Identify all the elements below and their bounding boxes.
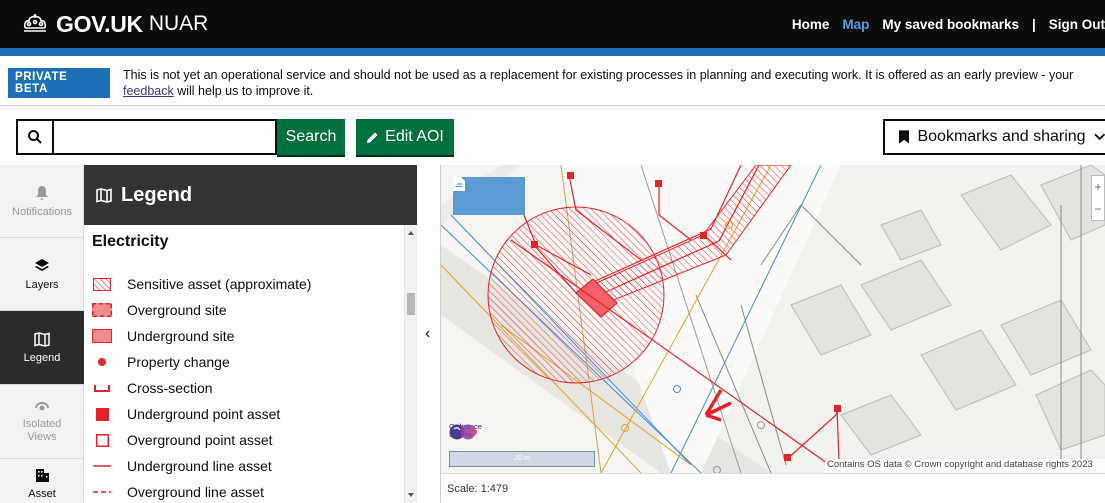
- search-icon[interactable]: [18, 121, 54, 153]
- pencil-icon: [367, 132, 378, 143]
- chevron-left-icon: ‹: [425, 325, 431, 342]
- beta-text-end: will help us to improve it.: [173, 84, 314, 98]
- scroll-up-arrow-icon[interactable]: [408, 231, 414, 235]
- brand-text: GOV.UK: [56, 10, 143, 37]
- legend-scrollbar[interactable]: [404, 225, 417, 503]
- scroll-down-arrow-icon[interactable]: [408, 493, 414, 497]
- search-button[interactable]: Search: [277, 119, 345, 155]
- ordnance-survey-logo-icon: [449, 424, 477, 440]
- legend-label: Underground point asset: [127, 406, 281, 422]
- header: GOV.UK NUAR Home Map My saved bookmarks …: [0, 0, 1105, 48]
- nav-separator: |: [1031, 16, 1036, 32]
- underground-site-swatch-icon: [92, 329, 112, 343]
- bookmark-icon: [899, 130, 910, 144]
- legend-label: Property change: [127, 354, 230, 370]
- map-canvas[interactable]: + − Ordnance Survey 20 m Contains OS dat…: [441, 165, 1105, 473]
- legend-label: Overground point asset: [127, 432, 273, 448]
- map-drawing: [441, 165, 1105, 473]
- map-icon: [96, 187, 112, 203]
- sidebar-item-isolated-views[interactable]: Isolated Views: [0, 385, 84, 459]
- beta-text: This is not yet an operational service a…: [123, 67, 1098, 99]
- sidebar-item-legend[interactable]: Legend: [0, 311, 84, 385]
- chevron-down-icon: [1093, 133, 1105, 141]
- sidebar-label-legend: Legend: [23, 351, 61, 364]
- legend-item-underground-site: Underground site: [92, 325, 234, 347]
- scale-bar: 20 m: [449, 451, 595, 467]
- overground-site-swatch-icon: [92, 303, 112, 317]
- beta-banner: PRIVATE BETA This is not yet an operatio…: [0, 56, 1105, 106]
- legend-body: Electricity Sensitive asset (approximate…: [84, 225, 404, 503]
- crown-icon: [23, 14, 47, 32]
- legend-label: Underground line asset: [127, 458, 272, 474]
- feedback-link[interactable]: feedback: [123, 84, 174, 98]
- overground-point-icon: [95, 433, 109, 447]
- legend-label: Cross-section: [127, 380, 213, 396]
- legend-item-underground-line: Underground line asset: [92, 455, 272, 477]
- bell-icon: [36, 185, 48, 200]
- legend-section-title: Electricity: [92, 233, 169, 250]
- legend-item-underground-point: Underground point asset: [92, 403, 280, 425]
- legend-title: Legend: [121, 183, 193, 206]
- legend-label: Overground site: [127, 302, 227, 318]
- isolated-views-icon: [35, 401, 49, 410]
- sidebar-item-notifications[interactable]: Notifications: [0, 165, 84, 238]
- map-copyright: Contains OS data © Crown copyright and d…: [825, 459, 1105, 473]
- nav-home[interactable]: Home: [792, 17, 830, 32]
- search-box: [16, 119, 277, 155]
- zoom-controls[interactable]: + −: [1091, 175, 1105, 221]
- layers-icon: [35, 258, 49, 271]
- chevron-right-icon: [453, 177, 459, 187]
- edit-aoi-button[interactable]: Edit AOI: [356, 119, 454, 155]
- service-name: NUAR: [148, 12, 209, 35]
- sidebar-label-notifications: Notifications: [12, 205, 72, 218]
- legend-label: Underground site: [127, 328, 235, 344]
- sensitive-asset-swatch-icon: [93, 277, 111, 291]
- govuk-logo[interactable]: GOV.UK NUAR: [20, 9, 208, 39]
- legend-item-overground-site: Overground site: [92, 299, 227, 321]
- legend-header: Legend: [84, 165, 417, 225]
- bookmarks-label: Bookmarks and sharing: [917, 128, 1086, 145]
- underground-point-icon: [95, 407, 109, 421]
- nav-sign-out[interactable]: Sign Out: [1049, 17, 1105, 32]
- map-scale-status: Scale: 1:479: [441, 473, 1105, 503]
- bookmarks-sharing-button[interactable]: Bookmarks and sharing: [883, 119, 1105, 155]
- sidebar-label-layers: Layers: [25, 278, 59, 291]
- sidebar-item-layers[interactable]: Layers: [0, 238, 84, 311]
- nav-map[interactable]: Map: [842, 17, 869, 32]
- sidebar-label-asset: Asset: [28, 488, 56, 500]
- property-change-dot-icon: [98, 358, 106, 366]
- legend-item-property-change: Property change: [92, 351, 230, 373]
- legend-item-overground-point: Overground point asset: [92, 429, 273, 451]
- sidebar-item-asset[interactable]: Asset: [0, 459, 84, 503]
- zoom-out-button[interactable]: −: [1092, 198, 1104, 220]
- map-layer-toggle-button[interactable]: [453, 177, 525, 215]
- app: GOV.UK NUAR Home Map My saved bookmarks …: [0, 0, 1105, 503]
- scroll-thumb[interactable]: [407, 293, 415, 315]
- legend-label: Overground line asset: [127, 484, 264, 500]
- ordnance-survey-logo: Ordnance Survey: [449, 423, 485, 440]
- header-accent-bar: [0, 48, 1105, 56]
- zoom-in-button[interactable]: +: [1092, 176, 1104, 198]
- edit-aoi-label: Edit AOI: [385, 128, 444, 145]
- nav-saved-bookmarks[interactable]: My saved bookmarks: [882, 17, 1019, 32]
- search-input[interactable]: [56, 121, 275, 153]
- legend-item-sensitive-asset: Sensitive asset (approximate): [92, 273, 311, 295]
- beta-text-start: This is not yet an operational service a…: [123, 68, 1074, 82]
- overground-line-icon: [93, 491, 111, 493]
- legend-panel: Legend Electricity Sensitive asset (appr…: [84, 165, 417, 503]
- legend-item-overground-line: Overground line asset: [92, 481, 264, 503]
- underground-line-icon: [93, 465, 111, 467]
- legend-item-cross-section: Cross-section: [92, 377, 213, 399]
- cross-section-icon: [94, 385, 110, 392]
- beta-tag: PRIVATE BETA: [8, 68, 110, 98]
- collapse-panel-button[interactable]: ‹: [419, 165, 441, 503]
- header-nav: Home Map My saved bookmarks | Sign Out: [779, 0, 1105, 48]
- side-nav: Notifications Layers Legend Isolated Vie…: [0, 165, 84, 503]
- legend-label: Sensitive asset (approximate): [127, 276, 312, 292]
- sidebar-label-isolated-views: Isolated Views: [22, 417, 62, 443]
- map-icon: [34, 331, 50, 347]
- building-icon: [35, 469, 49, 482]
